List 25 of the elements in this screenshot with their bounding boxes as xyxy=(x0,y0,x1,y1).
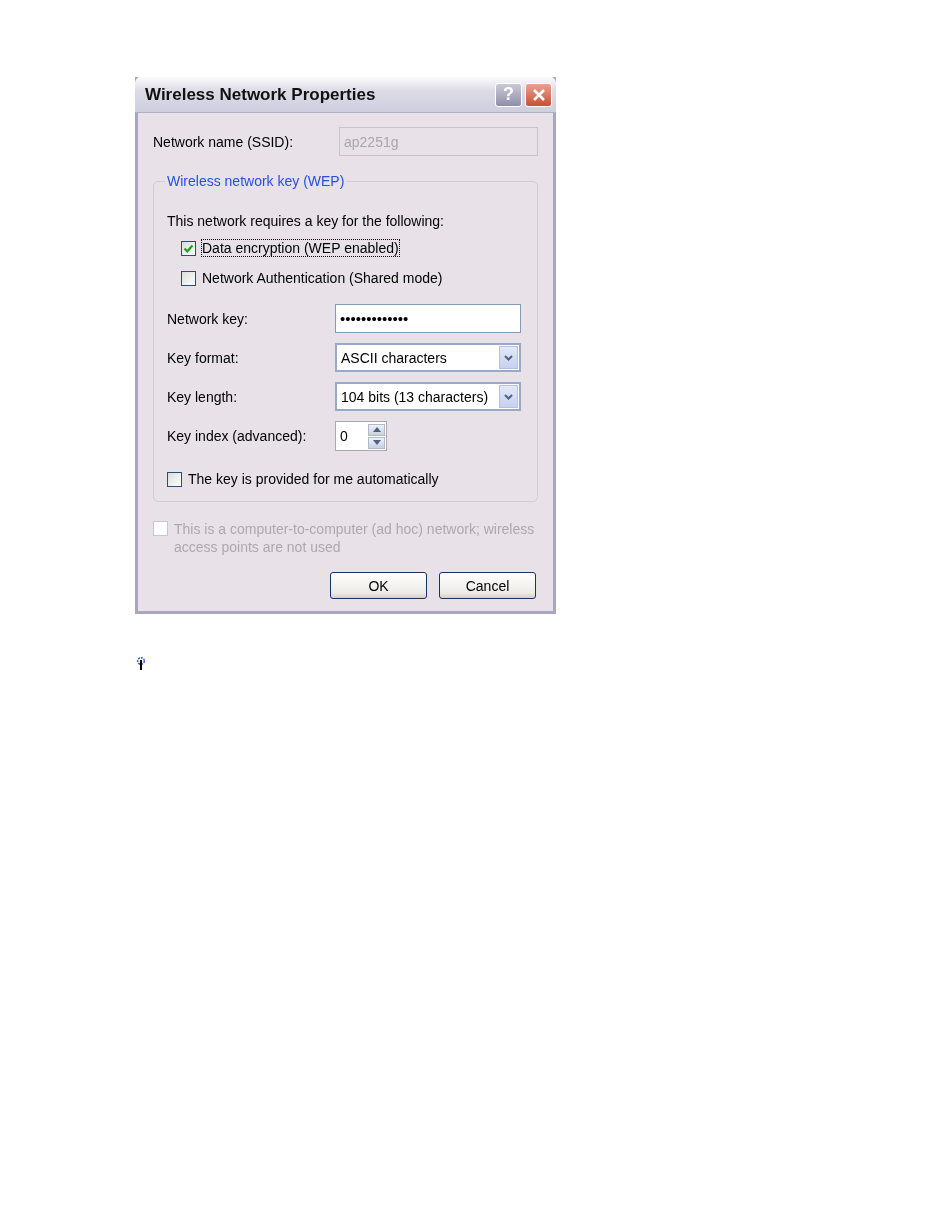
dropdown[interactable]: ASCII characters xyxy=(335,343,521,372)
password-field[interactable]: ••••••••••••• xyxy=(335,304,521,333)
close-button[interactable] xyxy=(525,82,552,107)
dropdown[interactable]: 104 bits (13 characters) xyxy=(335,382,521,411)
checkbox-label: The key is provided for me automatically xyxy=(188,471,439,487)
field-label: Network name (SSID): xyxy=(153,133,295,150)
window-title: Wireless Network Properties xyxy=(145,84,377,105)
checkbox-label: Network Authentication (Shared mode) xyxy=(202,270,443,286)
checkbox[interactable] xyxy=(181,271,196,286)
caret-icon xyxy=(504,354,513,361)
ok-button[interactable]: OK xyxy=(330,572,427,599)
field-label: Key length: xyxy=(167,388,239,405)
close-icon xyxy=(531,87,546,102)
field-label: Key format: xyxy=(167,349,240,366)
caret-icon xyxy=(504,393,513,400)
cancel-button[interactable]: Cancel xyxy=(439,572,536,599)
checkbox-label: This is a computer-to-computer (ad hoc) network; wireless access points are not used xyxy=(174,520,536,556)
field-label: Network key: xyxy=(167,310,249,327)
group-title: Wireless network key (WEP) xyxy=(166,173,346,189)
checkbox-label: Data encryption (WEP enabled) xyxy=(202,240,399,256)
antenna-icon xyxy=(136,657,146,671)
checkbox[interactable] xyxy=(167,472,182,487)
instruction-text: This network requires a key for the following: xyxy=(167,213,445,229)
checkbox[interactable] xyxy=(181,241,196,256)
field-label: Key index (advanced): xyxy=(167,428,308,444)
